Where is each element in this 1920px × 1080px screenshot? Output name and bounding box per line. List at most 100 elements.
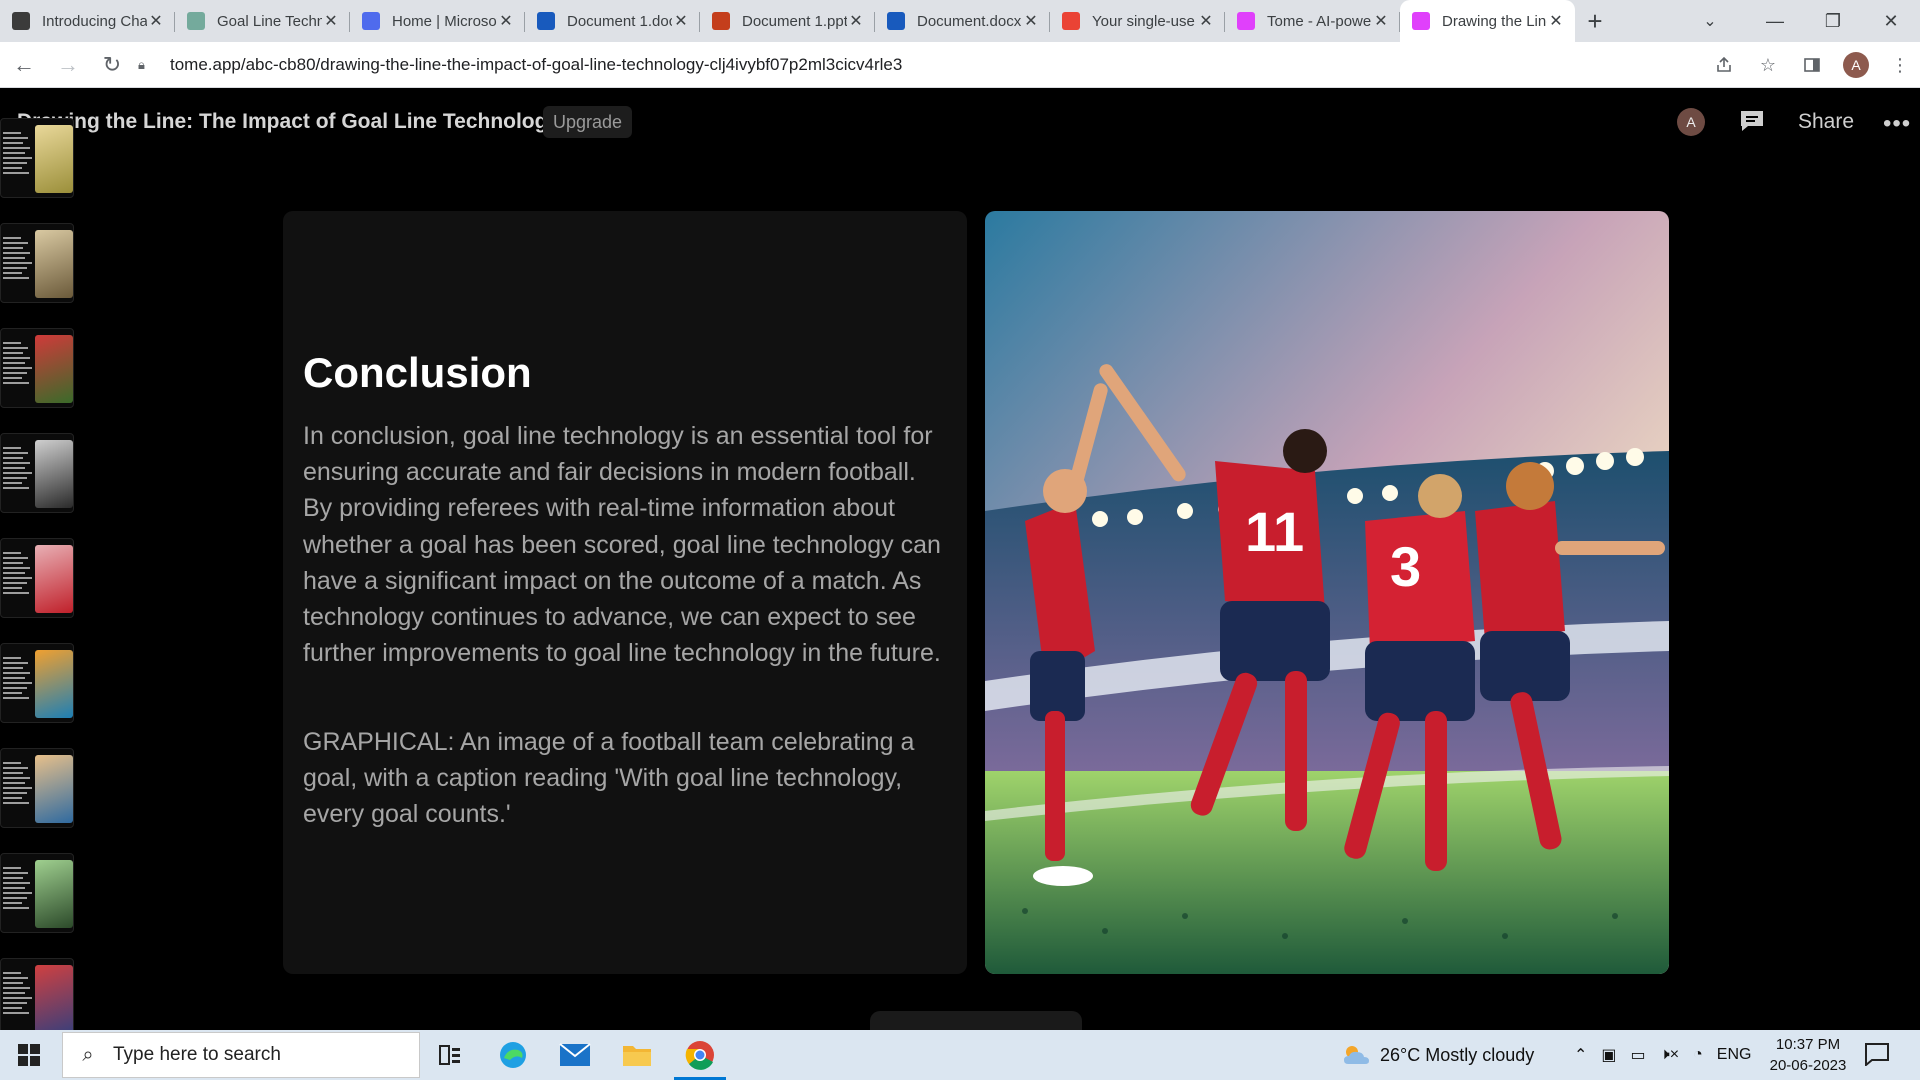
taskbar-search-box[interactable]: ⌕ Type here to search bbox=[62, 1032, 420, 1078]
new-tab-button[interactable]: + bbox=[1575, 0, 1615, 42]
slide-thumbnail[interactable] bbox=[0, 328, 74, 408]
browser-tab[interactable]: Document.docx ✕ bbox=[875, 0, 1050, 42]
clock-time: 10:37 PM bbox=[1775, 1036, 1841, 1053]
browser-tab[interactable]: Document 1.pptx ✕ bbox=[700, 0, 875, 42]
close-tab-icon[interactable]: ✕ bbox=[1547, 11, 1565, 31]
chrome-menu-icon[interactable]: ⋮ bbox=[1880, 45, 1920, 85]
address-bar[interactable]: 🔒︎ tome.app/abc-cb80/drawing-the-line-th… bbox=[138, 48, 1718, 82]
powerpoint-icon bbox=[712, 12, 730, 30]
close-tab-icon[interactable]: ✕ bbox=[1197, 11, 1215, 31]
tab-list: Introducing ChatGPT✕Goal Line Technology… bbox=[0, 0, 1575, 42]
browser-tab[interactable]: Drawing the Line ✕ bbox=[1400, 0, 1575, 42]
thumbnail-text-lines bbox=[3, 654, 33, 702]
thumbnail-text-lines bbox=[3, 129, 33, 177]
bookmark-star-icon[interactable]: ☆ bbox=[1748, 45, 1788, 85]
browser-tab[interactable]: Tome - AI-powered✕ bbox=[1225, 0, 1400, 42]
close-tab-icon[interactable]: ✕ bbox=[322, 11, 340, 31]
back-button[interactable]: ← bbox=[4, 45, 44, 85]
restore-button[interactable]: ❐ bbox=[1804, 0, 1862, 42]
slide-navigation-pill[interactable] bbox=[870, 1011, 1082, 1030]
slide-thumbnail[interactable] bbox=[0, 433, 74, 513]
edge-browser-icon[interactable] bbox=[483, 1030, 543, 1080]
tab-title: Document 1.docx bbox=[567, 12, 672, 30]
weather-widget[interactable]: 26°C Mostly cloudy bbox=[1340, 1030, 1534, 1080]
comment-icon[interactable] bbox=[1738, 108, 1766, 134]
task-view-icon[interactable] bbox=[420, 1030, 480, 1080]
slide-thumbnail[interactable] bbox=[0, 958, 74, 1030]
slide-thumbnail-rail bbox=[0, 118, 80, 1030]
share-button[interactable]: Share bbox=[1798, 110, 1854, 134]
mail-icon[interactable] bbox=[545, 1030, 605, 1080]
more-options-button[interactable]: ••• bbox=[1883, 110, 1911, 138]
search-icon: ⌕ bbox=[82, 1043, 94, 1066]
slide-heading: Conclusion bbox=[303, 349, 532, 396]
battery-icon[interactable]: ▭ bbox=[1631, 1045, 1646, 1065]
word-icon bbox=[537, 12, 555, 30]
profile-avatar: A bbox=[1843, 52, 1869, 78]
share-page-icon[interactable] bbox=[1704, 45, 1744, 85]
thumbnail-image bbox=[35, 440, 73, 508]
thumbnail-text-lines bbox=[3, 234, 33, 282]
gmail-icon bbox=[1062, 12, 1080, 30]
clock-date: 20-06-2023 bbox=[1769, 1057, 1847, 1074]
tab-search-icon[interactable]: ⌄ bbox=[1690, 0, 1730, 42]
file-explorer-icon[interactable] bbox=[607, 1030, 667, 1080]
chrome-icon[interactable] bbox=[670, 1030, 730, 1080]
slide-image-tile[interactable]: 11 3 bbox=[985, 211, 1669, 974]
weather-text: 26°C Mostly cloudy bbox=[1380, 1044, 1535, 1065]
show-hidden-icons-icon[interactable]: ⌃ bbox=[1574, 1045, 1587, 1065]
network-icon[interactable]: ◔ bbox=[1693, 1046, 1703, 1064]
profile-button[interactable]: A bbox=[1836, 45, 1876, 85]
browser-tab[interactable]: Document 1.docx✕ bbox=[525, 0, 700, 42]
browser-tab[interactable]: Home | Microsoft ✕ bbox=[350, 0, 525, 42]
user-avatar[interactable]: A bbox=[1677, 108, 1705, 136]
forward-button[interactable]: → bbox=[48, 45, 88, 85]
close-window-button[interactable]: ✕ bbox=[1862, 0, 1920, 42]
close-tab-icon[interactable]: ✕ bbox=[147, 11, 165, 31]
volume-muted-icon[interactable]: 🕨︎× bbox=[1660, 1046, 1679, 1064]
minimize-button[interactable]: — bbox=[1746, 0, 1804, 42]
slide-text-tile[interactable]: Conclusion In conclusion, goal line tech… bbox=[283, 211, 967, 974]
close-tab-icon[interactable]: ✕ bbox=[1372, 11, 1390, 31]
slide-thumbnail[interactable] bbox=[0, 643, 74, 723]
lock-icon: 🔒︎ bbox=[138, 57, 145, 72]
thumbnail-image bbox=[35, 650, 73, 718]
language-indicator[interactable]: ENG bbox=[1717, 1046, 1752, 1064]
windows-logo-icon bbox=[18, 1044, 40, 1066]
svg-text:3: 3 bbox=[1390, 535, 1421, 598]
celebration-image: 11 3 bbox=[985, 211, 1669, 974]
thumbnail-text-lines bbox=[3, 969, 33, 1017]
weather-cloud-icon bbox=[1344, 1046, 1369, 1064]
close-tab-icon[interactable]: ✕ bbox=[497, 11, 515, 31]
browser-tab[interactable]: Your single-use code✕ bbox=[1050, 0, 1225, 42]
slide-body-text: In conclusion, goal line technology is a… bbox=[303, 422, 941, 668]
windows-start-button[interactable] bbox=[0, 1030, 58, 1080]
thumbnail-text-lines bbox=[3, 759, 33, 807]
meet-now-icon[interactable]: ▣ bbox=[1601, 1045, 1616, 1065]
reload-button[interactable]: ↻ bbox=[92, 45, 132, 85]
thumbnail-image bbox=[35, 545, 73, 613]
slide-thumbnail[interactable] bbox=[0, 748, 74, 828]
slide-thumbnail[interactable] bbox=[0, 118, 74, 198]
upgrade-button[interactable]: Upgrade bbox=[543, 106, 633, 138]
svg-text:11: 11 bbox=[1245, 500, 1304, 563]
browser-tab-strip: Introducing ChatGPT✕Goal Line Technology… bbox=[0, 0, 1920, 42]
tab-title: Document.docx bbox=[917, 12, 1022, 30]
copilot-icon bbox=[362, 12, 380, 30]
close-tab-icon[interactable]: ✕ bbox=[672, 11, 690, 31]
slide-thumbnail[interactable] bbox=[0, 853, 74, 933]
windows-taskbar: ⌕ Type here to search 26°C Mostly cloudy… bbox=[0, 1030, 1920, 1080]
slide-thumbnail[interactable] bbox=[0, 538, 74, 618]
browser-tab[interactable]: Introducing ChatGPT✕ bbox=[0, 0, 175, 42]
openai-icon bbox=[12, 12, 30, 30]
close-tab-icon[interactable]: ✕ bbox=[1022, 11, 1040, 31]
close-tab-icon[interactable]: ✕ bbox=[847, 11, 865, 31]
browser-tab[interactable]: Goal Line Technology✕ bbox=[175, 0, 350, 42]
thumbnail-text-lines bbox=[3, 339, 33, 387]
document-title[interactable]: Drawing the Line: The Impact of Goal Lin… bbox=[17, 110, 559, 134]
system-clock[interactable]: 10:37 PM 20-06-2023 bbox=[1768, 1034, 1848, 1076]
thumbnail-image bbox=[35, 755, 73, 823]
side-panel-icon[interactable] bbox=[1792, 45, 1832, 85]
slide-thumbnail[interactable] bbox=[0, 223, 74, 303]
notification-center-icon[interactable] bbox=[1864, 1042, 1890, 1068]
